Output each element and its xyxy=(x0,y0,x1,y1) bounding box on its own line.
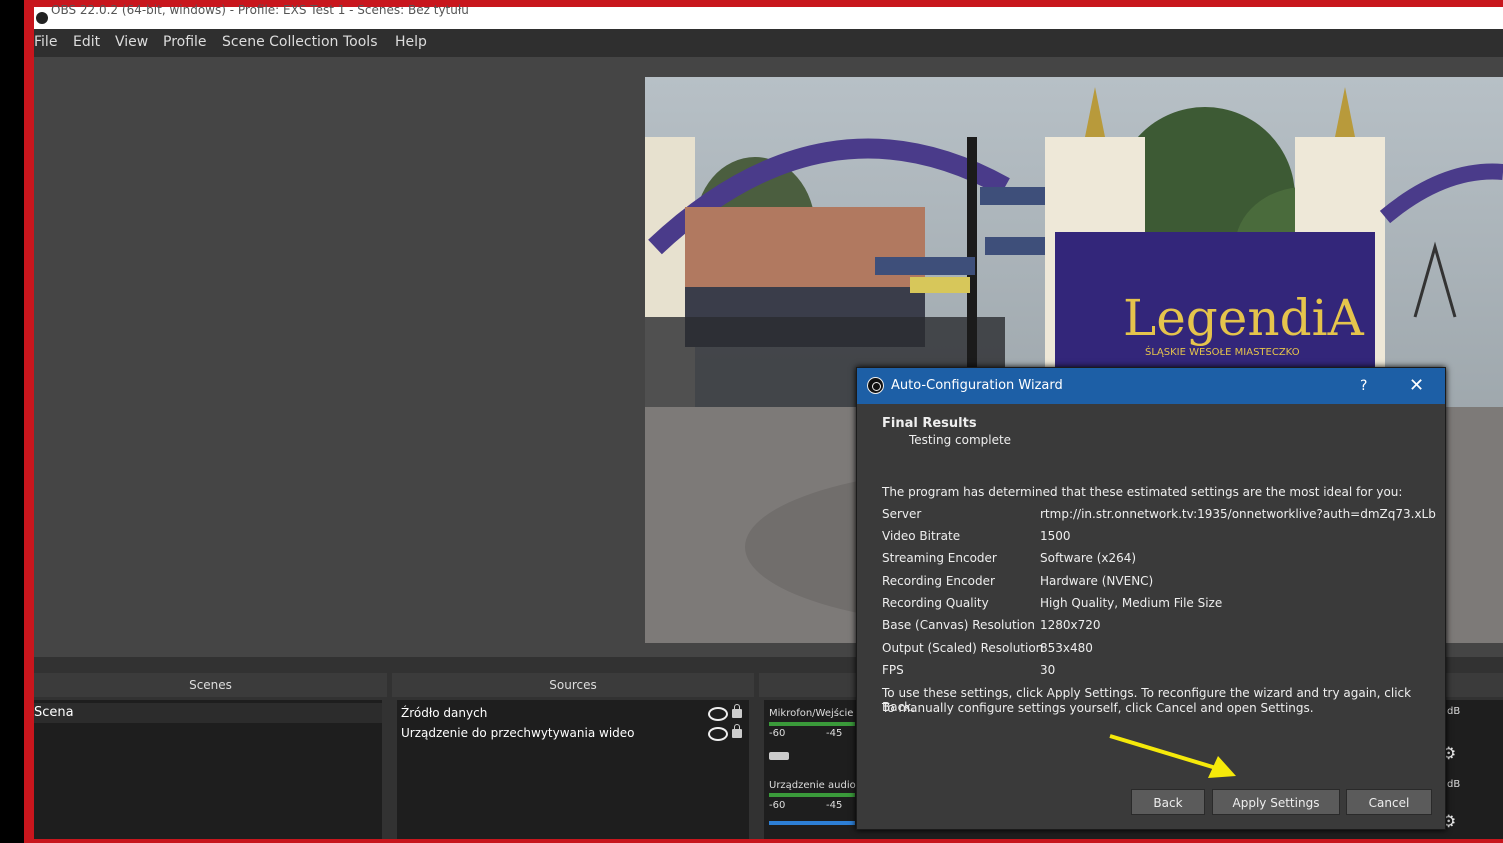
setting-label: Streaming Encoder xyxy=(882,551,997,565)
db-label: dB xyxy=(1447,706,1461,717)
menu-help[interactable]: Help xyxy=(395,34,427,50)
left-black-border xyxy=(0,0,24,843)
setting-label: Output (Scaled) Resolution xyxy=(882,641,1044,655)
back-button[interactable]: Back xyxy=(1131,789,1205,815)
source-item[interactable]: Źródło danych xyxy=(401,706,487,720)
red-frame-left xyxy=(24,0,34,843)
setting-value: 1280x720 xyxy=(1040,618,1101,632)
scenes-dock-header: Scenes xyxy=(34,673,387,697)
setting-label: Video Bitrate xyxy=(882,529,961,543)
setting-value: 853x480 xyxy=(1040,641,1093,655)
close-button[interactable]: ✕ xyxy=(1409,368,1424,404)
results-intro: The program has determined that these es… xyxy=(882,485,1403,499)
red-frame-bottom xyxy=(24,839,1503,843)
apply-settings-button[interactable]: Apply Settings xyxy=(1212,789,1340,815)
setting-label: Base (Canvas) Resolution xyxy=(882,618,1035,632)
instructions-line-2: To manually configure settings yourself,… xyxy=(882,701,1314,715)
meter-tick: -60 xyxy=(769,728,786,739)
visibility-eye-icon[interactable] xyxy=(708,727,728,741)
setting-value: Software (x264) xyxy=(1040,551,1137,565)
setting-label: Recording Quality xyxy=(882,596,989,610)
cancel-button[interactable]: Cancel xyxy=(1346,789,1432,815)
scene-item[interactable]: Scena xyxy=(34,703,382,723)
mixer-channel-label: Urządzenie audio xyxy=(769,780,856,791)
volume-slider[interactable] xyxy=(769,752,789,760)
setting-label: Recording Encoder xyxy=(882,574,995,588)
setting-value: High Quality, Medium File Size xyxy=(1040,596,1223,610)
meter-tick: -45 xyxy=(826,728,843,739)
results-subheading: Testing complete xyxy=(909,433,1012,447)
annotation-arrow-icon xyxy=(1109,734,1236,778)
obs-logo-icon xyxy=(36,12,48,24)
meter-tick: -45 xyxy=(826,800,843,811)
scenes-list[interactable]: Scena xyxy=(34,700,382,839)
menu-bar: File Edit View Profile Scene Collection … xyxy=(34,29,1503,57)
sources-list[interactable]: Źródło danych Urządzenie do przechwytywa… xyxy=(397,700,749,839)
source-item[interactable]: Urządzenie do przechwytywania wideo xyxy=(401,726,635,740)
lock-icon[interactable] xyxy=(732,704,742,718)
menu-profile[interactable]: Profile xyxy=(163,34,207,50)
obs-logo-icon xyxy=(867,377,884,394)
window-titlebar: OBS 22.0.2 (64-bit, windows) - Profile: … xyxy=(34,3,1503,29)
svg-text:ŚLĄSKIE WESOŁE MIASTECZKO: ŚLĄSKIE WESOŁE MIASTECZKO xyxy=(1145,345,1300,358)
db-label: dB xyxy=(1447,779,1461,790)
visibility-eye-icon[interactable] xyxy=(708,707,728,721)
setting-value: Hardware (NVENC) xyxy=(1040,574,1154,588)
setting-label: FPS xyxy=(882,663,904,677)
sources-dock-header: Sources xyxy=(392,673,754,697)
banner-logo-text: LegendiA xyxy=(1123,289,1365,347)
setting-value: rtmp://in.str.onnetwork.tv:1935/onnetwor… xyxy=(1040,507,1436,521)
menu-edit[interactable]: Edit xyxy=(73,34,100,50)
setting-label: Server xyxy=(882,507,922,521)
setting-value: 1500 xyxy=(1040,529,1071,543)
results-heading: Final Results xyxy=(882,416,977,431)
mixer-channel-label: Mikrofon/Wejście xyxy=(769,708,854,719)
menu-view[interactable]: View xyxy=(115,34,148,50)
dialog-title: Auto-Configuration Wizard xyxy=(891,378,1063,393)
setting-value: 30 xyxy=(1040,663,1056,677)
menu-scene-collection[interactable]: Scene Collection xyxy=(222,34,338,50)
help-button[interactable]: ? xyxy=(1360,368,1367,404)
audio-meter xyxy=(769,793,855,797)
menu-file[interactable]: File xyxy=(34,34,57,50)
dialog-titlebar: Auto-Configuration Wizard ? ✕ xyxy=(857,368,1445,404)
meter-tick: -60 xyxy=(769,800,786,811)
volume-slider[interactable] xyxy=(769,821,855,825)
menu-tools[interactable]: Tools xyxy=(343,34,378,50)
audio-meter xyxy=(769,722,855,726)
window-title: OBS 22.0.2 (64-bit, windows) - Profile: … xyxy=(51,3,469,17)
lock-icon[interactable] xyxy=(732,724,742,738)
